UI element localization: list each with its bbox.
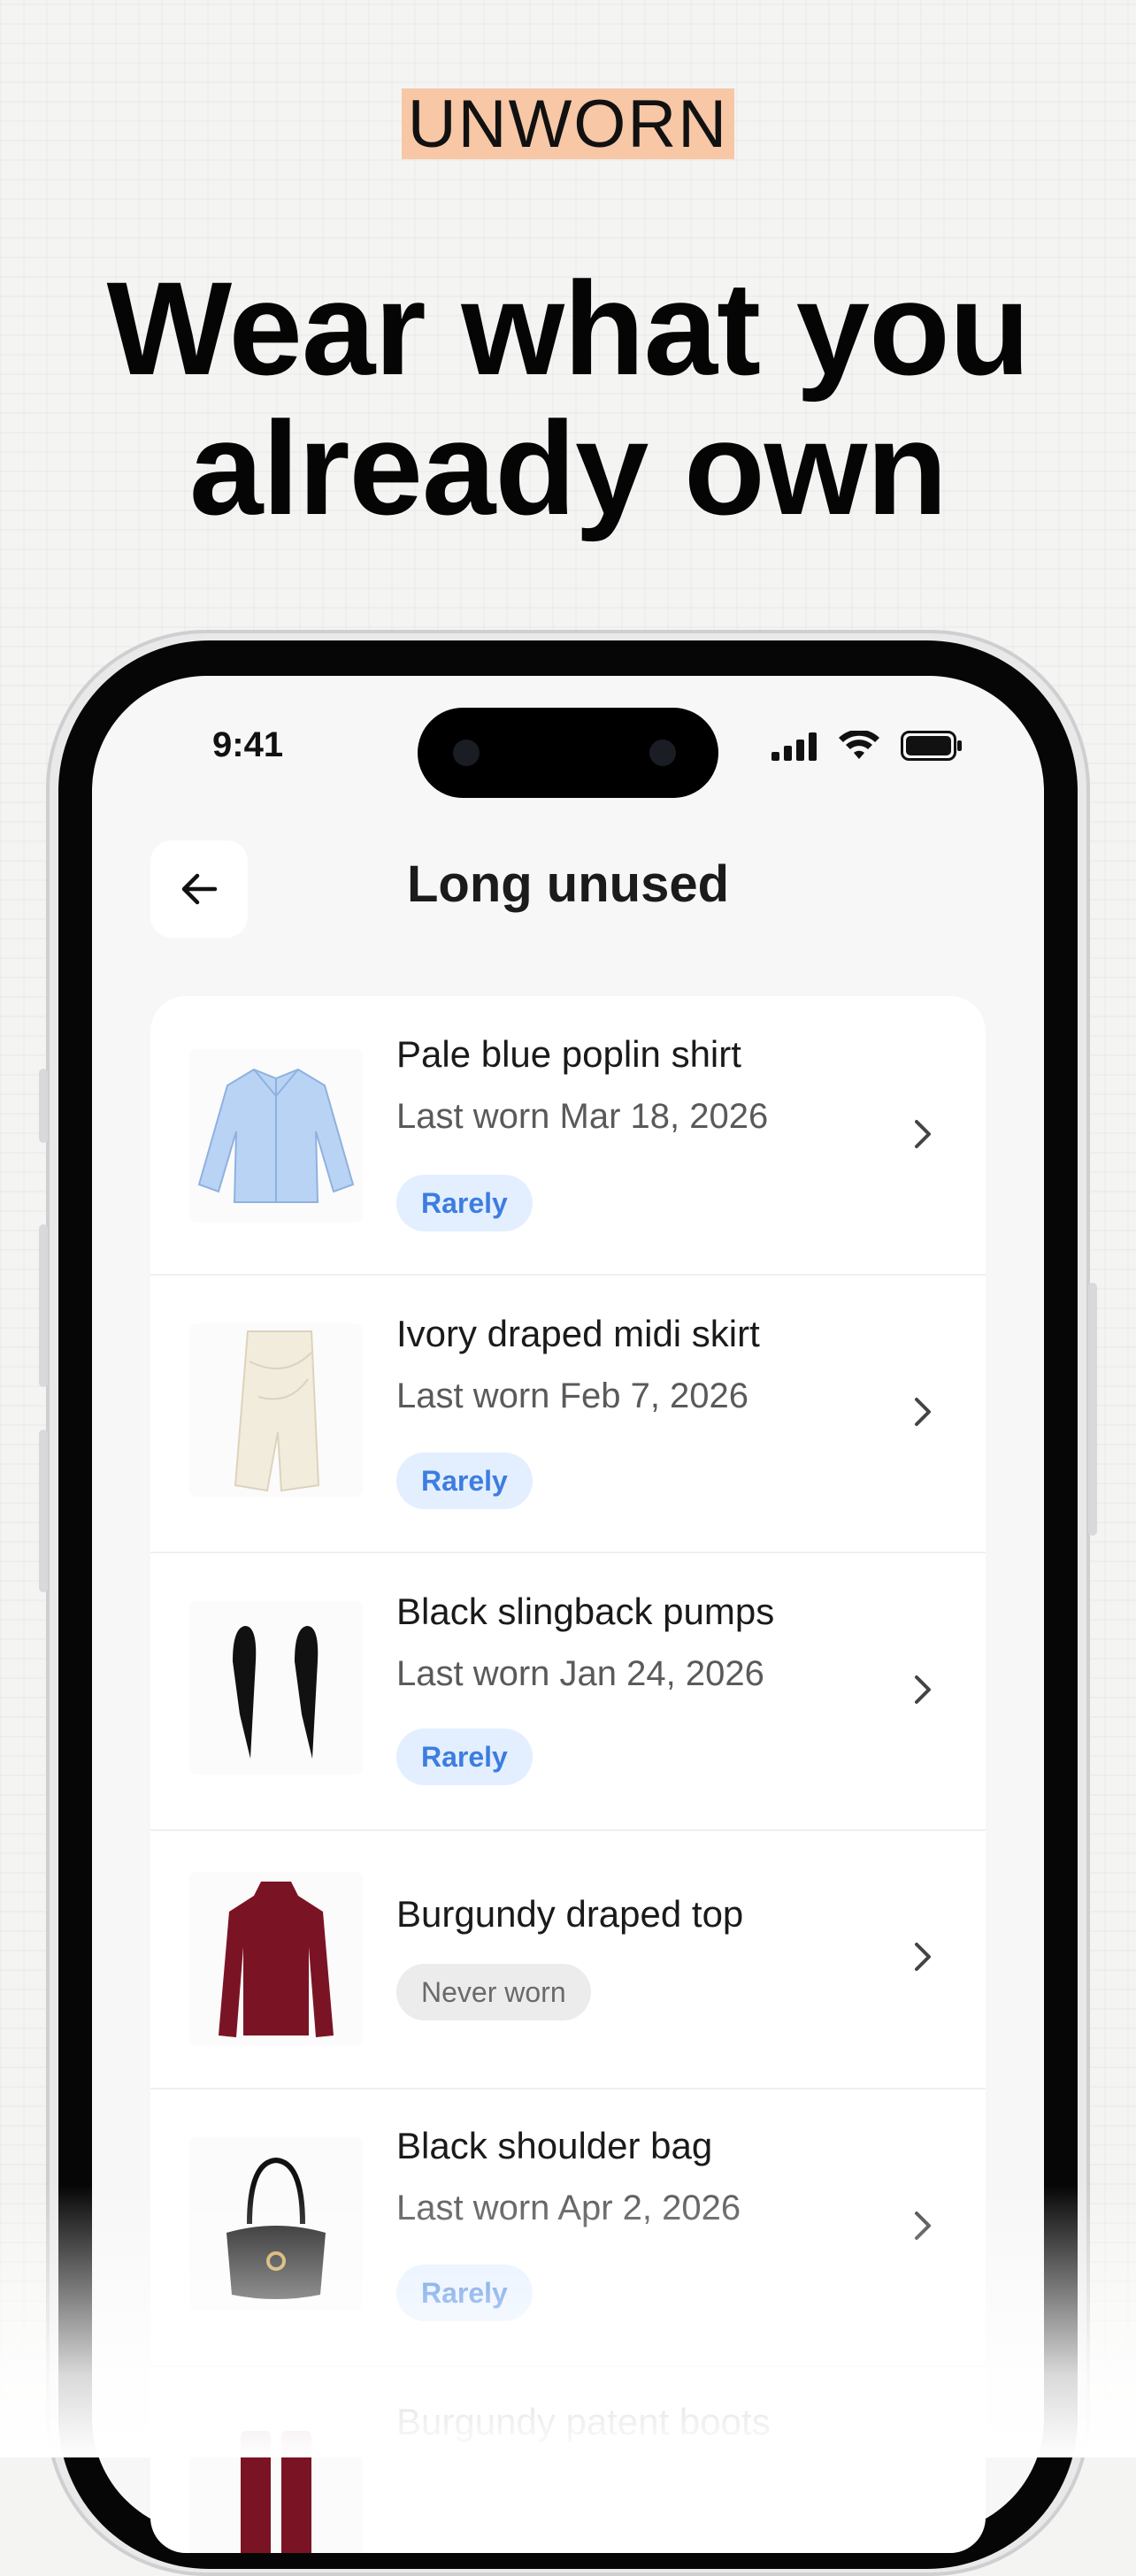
chevron-right-icon xyxy=(915,1943,931,1971)
list-item[interactable]: Pale blue poplin shirt Last worn Mar 18,… xyxy=(150,996,986,1276)
status-badge: Rarely xyxy=(396,1175,533,1231)
item-list: Pale blue poplin shirt Last worn Mar 18,… xyxy=(150,996,986,2553)
brand-tag: UNWORN xyxy=(402,87,734,162)
chevron-right-icon xyxy=(915,2212,931,2240)
front-camera-icon xyxy=(453,740,480,766)
item-name: Black shoulder bag xyxy=(396,2125,713,2166)
phone-volume-down-button xyxy=(39,1430,48,1592)
item-last-worn: Last worn Mar 18, 2026 xyxy=(396,1097,769,1136)
item-name: Black slingback pumps xyxy=(396,1591,775,1632)
item-last-worn: Last worn Jan 24, 2026 xyxy=(396,1654,764,1693)
item-thumbnail xyxy=(189,1323,363,1497)
item-name: Burgundy draped top xyxy=(396,1893,744,1935)
status-badge: Rarely xyxy=(396,1729,533,1785)
list-item[interactable]: Black shoulder bag Last worn Apr 2, 2026… xyxy=(150,2088,986,2367)
boots-icon xyxy=(241,2431,311,2553)
item-name: Ivory draped midi skirt xyxy=(396,1313,760,1354)
list-item[interactable]: Burgundy patent boots xyxy=(150,2365,986,2553)
shirt-icon xyxy=(197,1068,355,1203)
headline-line-2: already own xyxy=(189,394,948,542)
bag-icon xyxy=(226,2157,326,2299)
chevron-right-icon xyxy=(915,1398,931,1426)
shoes-icon xyxy=(233,1626,319,1759)
sensor-icon xyxy=(649,740,676,766)
item-thumbnail xyxy=(189,2415,363,2553)
item-last-worn: Last worn Apr 2, 2026 xyxy=(396,2189,741,2227)
chevron-right-icon xyxy=(915,1675,931,1704)
list-item[interactable]: Ivory draped midi skirt Last worn Feb 7,… xyxy=(150,1274,986,1553)
status-badge: Never worn xyxy=(396,1964,591,2020)
headline: Wear what you already own xyxy=(0,258,1136,538)
phone-action-button xyxy=(39,1069,48,1143)
battery-icon xyxy=(901,731,962,761)
status-badge: Rarely xyxy=(396,2265,533,2321)
item-last-worn: Last worn Feb 7, 2026 xyxy=(396,1376,749,1415)
headline-line-1: Wear what you xyxy=(106,254,1031,402)
list-item[interactable]: Black slingback pumps Last worn Jan 24, … xyxy=(150,1552,986,1831)
top-icon xyxy=(219,1882,334,2037)
status-icons xyxy=(771,731,963,761)
status-badge: Rarely xyxy=(396,1453,533,1509)
signal-icon xyxy=(771,732,817,761)
item-name: Burgundy patent boots xyxy=(396,2401,771,2442)
status-time: 9:41 xyxy=(212,725,284,764)
page-title: Long unused xyxy=(406,855,730,913)
item-name: Pale blue poplin shirt xyxy=(396,1033,741,1075)
wifi-icon xyxy=(839,731,879,759)
dynamic-island xyxy=(418,708,718,798)
list-item[interactable]: Burgundy draped top Never worn xyxy=(150,1829,986,2089)
item-thumbnail xyxy=(189,1601,363,1775)
item-thumbnail xyxy=(189,1872,363,2045)
item-thumbnail xyxy=(189,1049,363,1223)
phone-power-button xyxy=(1088,1283,1097,1536)
chevron-right-icon xyxy=(915,1120,931,1148)
item-thumbnail xyxy=(189,2137,363,2311)
skirt-icon xyxy=(234,1330,320,1492)
phone-volume-up-button xyxy=(39,1224,48,1387)
